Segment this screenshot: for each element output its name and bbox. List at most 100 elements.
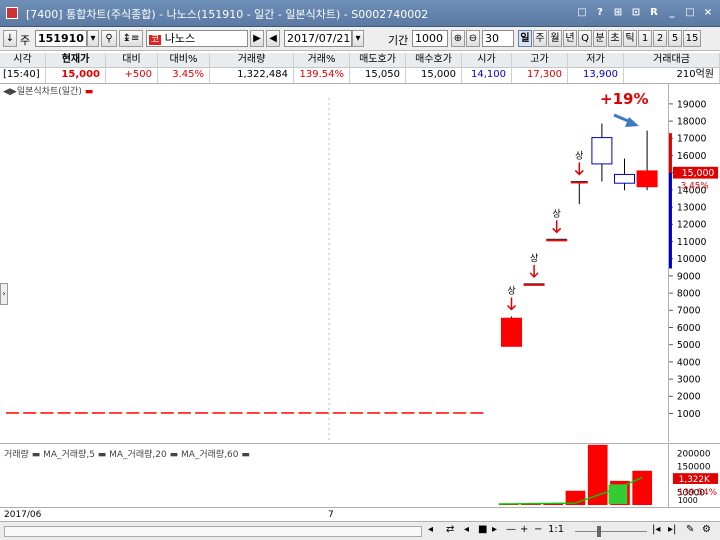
calendar-dropdown-icon[interactable]: ▾ — [352, 30, 364, 47]
toolbar: ↓ 주 151910 ▾ ⚲ ↨≡ 코 나노스 ▶ ◀ 2017/07/21 ▾… — [0, 27, 720, 51]
window-title: [7400] 통합차트(주식종합) - 나노스(151910 - 일간 - 일본… — [26, 8, 429, 21]
plus-icon[interactable]: + — [520, 524, 528, 535]
minus-icon[interactable]: — — [506, 524, 516, 535]
price-chart[interactable]: 상상상상+19% — [0, 84, 668, 442]
sort-icon[interactable]: ↨≡ — [119, 30, 143, 47]
settings-icon[interactable]: ⚙ — [702, 524, 711, 535]
value-ask: 15,050 — [350, 68, 406, 83]
next-button[interactable]: ▶ — [250, 30, 264, 47]
header-change-pct: 대비% — [158, 53, 210, 68]
y-tick-label: 1000 — [677, 409, 701, 420]
window-title-bar: [7400] 통합차트(주식종합) - 나노스(151910 - 일간 - 일본… — [0, 0, 720, 27]
volume-y-axis: 500001000001500002000001,322K139.54%1000 — [668, 443, 720, 507]
last-page-icon[interactable]: ▸| — [668, 524, 676, 535]
zoom-icon[interactable]: ⊕ — [451, 30, 465, 47]
panel-expand-handle[interactable]: › — [0, 283, 8, 305]
stock-name-field[interactable]: 코 나노스 — [146, 30, 248, 47]
stock-name: 나노스 — [164, 32, 196, 45]
chevron-down-icon[interactable]: ▾ — [87, 30, 99, 47]
chart-legend: ◀▶일본식차트(일간) ▬ — [3, 87, 94, 97]
code-prefix: 주 — [20, 34, 31, 47]
y-tick-label: 9000 — [677, 271, 701, 282]
volume-y-tick-label: 200000 — [677, 450, 711, 460]
date-input[interactable]: 2017/07/21 — [284, 30, 352, 47]
value-low: 13,900 — [568, 68, 624, 83]
zoom-slider[interactable] — [575, 531, 647, 532]
volume-legend: 거래량 ▬ MA_거래량,5 ▬ MA_거래량,20 ▬ MA_거래량,60 ▬ — [4, 450, 250, 460]
fit-icon[interactable]: ⇄ — [446, 524, 454, 535]
quote-value-row: [15:40] 15,000 +500 3.45% 1,322,484 139.… — [0, 68, 720, 83]
y-tick-label: 8000 — [677, 289, 701, 300]
timeframe-month[interactable]: 월 — [548, 30, 562, 47]
candle — [614, 158, 635, 191]
period-input[interactable]: 1000 — [412, 30, 448, 47]
prev-button[interactable]: ◀ — [266, 30, 280, 47]
volume-bar — [632, 470, 653, 506]
stock-code-input[interactable]: 151910 — [35, 30, 87, 47]
timeframe-day[interactable]: 일 — [518, 30, 532, 47]
header-ask: 매도호가 — [350, 53, 406, 68]
play-icon[interactable]: ▸ — [492, 524, 497, 535]
x-label-mid: 7 — [328, 510, 334, 520]
timeframe-year[interactable]: 년 — [563, 30, 577, 47]
zoom-slider-thumb[interactable] — [597, 526, 601, 537]
maximize-button[interactable]: □ — [682, 4, 698, 21]
edit-icon[interactable]: ✎ — [686, 524, 694, 535]
layout-icon[interactable]: ⊞ — [610, 4, 626, 21]
first-page-icon[interactable]: |◂ — [652, 524, 660, 535]
candle — [591, 123, 613, 182]
x-label-start: 2017/06 — [4, 510, 42, 520]
interval-1[interactable]: 1 — [638, 30, 652, 47]
zoom-out-chart-icon[interactable]: − — [534, 524, 542, 535]
menu-down-icon[interactable]: ↓ — [3, 30, 17, 47]
y-tick-label: 17000 — [677, 134, 707, 145]
gain-arrow-head — [625, 117, 639, 127]
stop-icon[interactable]: ■ — [478, 524, 487, 535]
chart-control-bar: ◂ ⇄ ◂ ■ ▸ — + − 1:1 |◂ ▸| ✎ ⚙ — [0, 521, 720, 540]
restore-icon[interactable]: □ — [574, 4, 590, 21]
interval-2[interactable]: 2 — [653, 30, 667, 47]
timeframe-minute[interactable]: 분 — [593, 30, 607, 47]
timeframe-quarter[interactable]: Q — [578, 30, 592, 47]
y-tick-label: 11000 — [677, 237, 707, 248]
minimize-button[interactable]: _ — [664, 4, 680, 21]
value-high: 17,300 — [512, 68, 568, 83]
search-icon[interactable]: ⚲ — [101, 30, 117, 47]
candle: 상 — [501, 285, 522, 347]
value-volume: 1,322,484 — [210, 68, 294, 83]
refresh-icon[interactable]: R — [646, 4, 662, 21]
panel-icon[interactable]: ⊡ — [628, 4, 644, 21]
ratio-label[interactable]: 1:1 — [548, 524, 564, 535]
chart-legend-text: 일본식차트(일간) — [16, 87, 82, 97]
horizontal-scrollbar[interactable] — [4, 526, 422, 537]
timeframe-week[interactable]: 주 — [533, 30, 547, 47]
header-time: 시각 — [0, 53, 46, 68]
candle: 상 — [570, 150, 588, 205]
zoom-out-icon[interactable]: ⊖ — [466, 30, 480, 47]
volume-tag-text: 1,322K — [679, 475, 710, 485]
app-icon — [6, 7, 18, 19]
y-tick-label: 6000 — [677, 323, 701, 334]
timeframe-second[interactable]: 초 — [608, 30, 622, 47]
interval-15[interactable]: 15 — [683, 30, 701, 47]
header-low: 저가 — [568, 53, 624, 68]
header-bid: 매수호가 — [406, 53, 462, 68]
quote-header-row: 시각 현재가 대비 대비% 거래량 거래% 매도호가 매수호가 시가 고가 저가… — [0, 53, 720, 68]
close-button[interactable]: × — [700, 4, 716, 21]
y-tick-label: 3000 — [677, 375, 701, 386]
interval-5[interactable]: 5 — [668, 30, 682, 47]
timeframe-tick[interactable]: 틱 — [623, 30, 637, 47]
limit-up-label: 상 — [553, 208, 561, 219]
y-tick-label: 4000 — [677, 357, 701, 368]
help-icon[interactable]: ? — [592, 4, 608, 21]
header-open: 시가 — [462, 53, 512, 68]
rewind-icon[interactable]: ◂ — [464, 524, 469, 535]
zoom-input[interactable]: 30 — [482, 30, 514, 47]
volume-unit-label: 1000 — [678, 496, 698, 505]
y-tick-label: 2000 — [677, 392, 701, 403]
candle-body — [591, 137, 613, 165]
scroll-left-icon[interactable]: ◂ — [428, 524, 433, 535]
volume-y-tick-label: 150000 — [677, 463, 711, 473]
value-change-pct: 3.45% — [158, 68, 210, 83]
y-tick-label: 16000 — [677, 151, 707, 162]
